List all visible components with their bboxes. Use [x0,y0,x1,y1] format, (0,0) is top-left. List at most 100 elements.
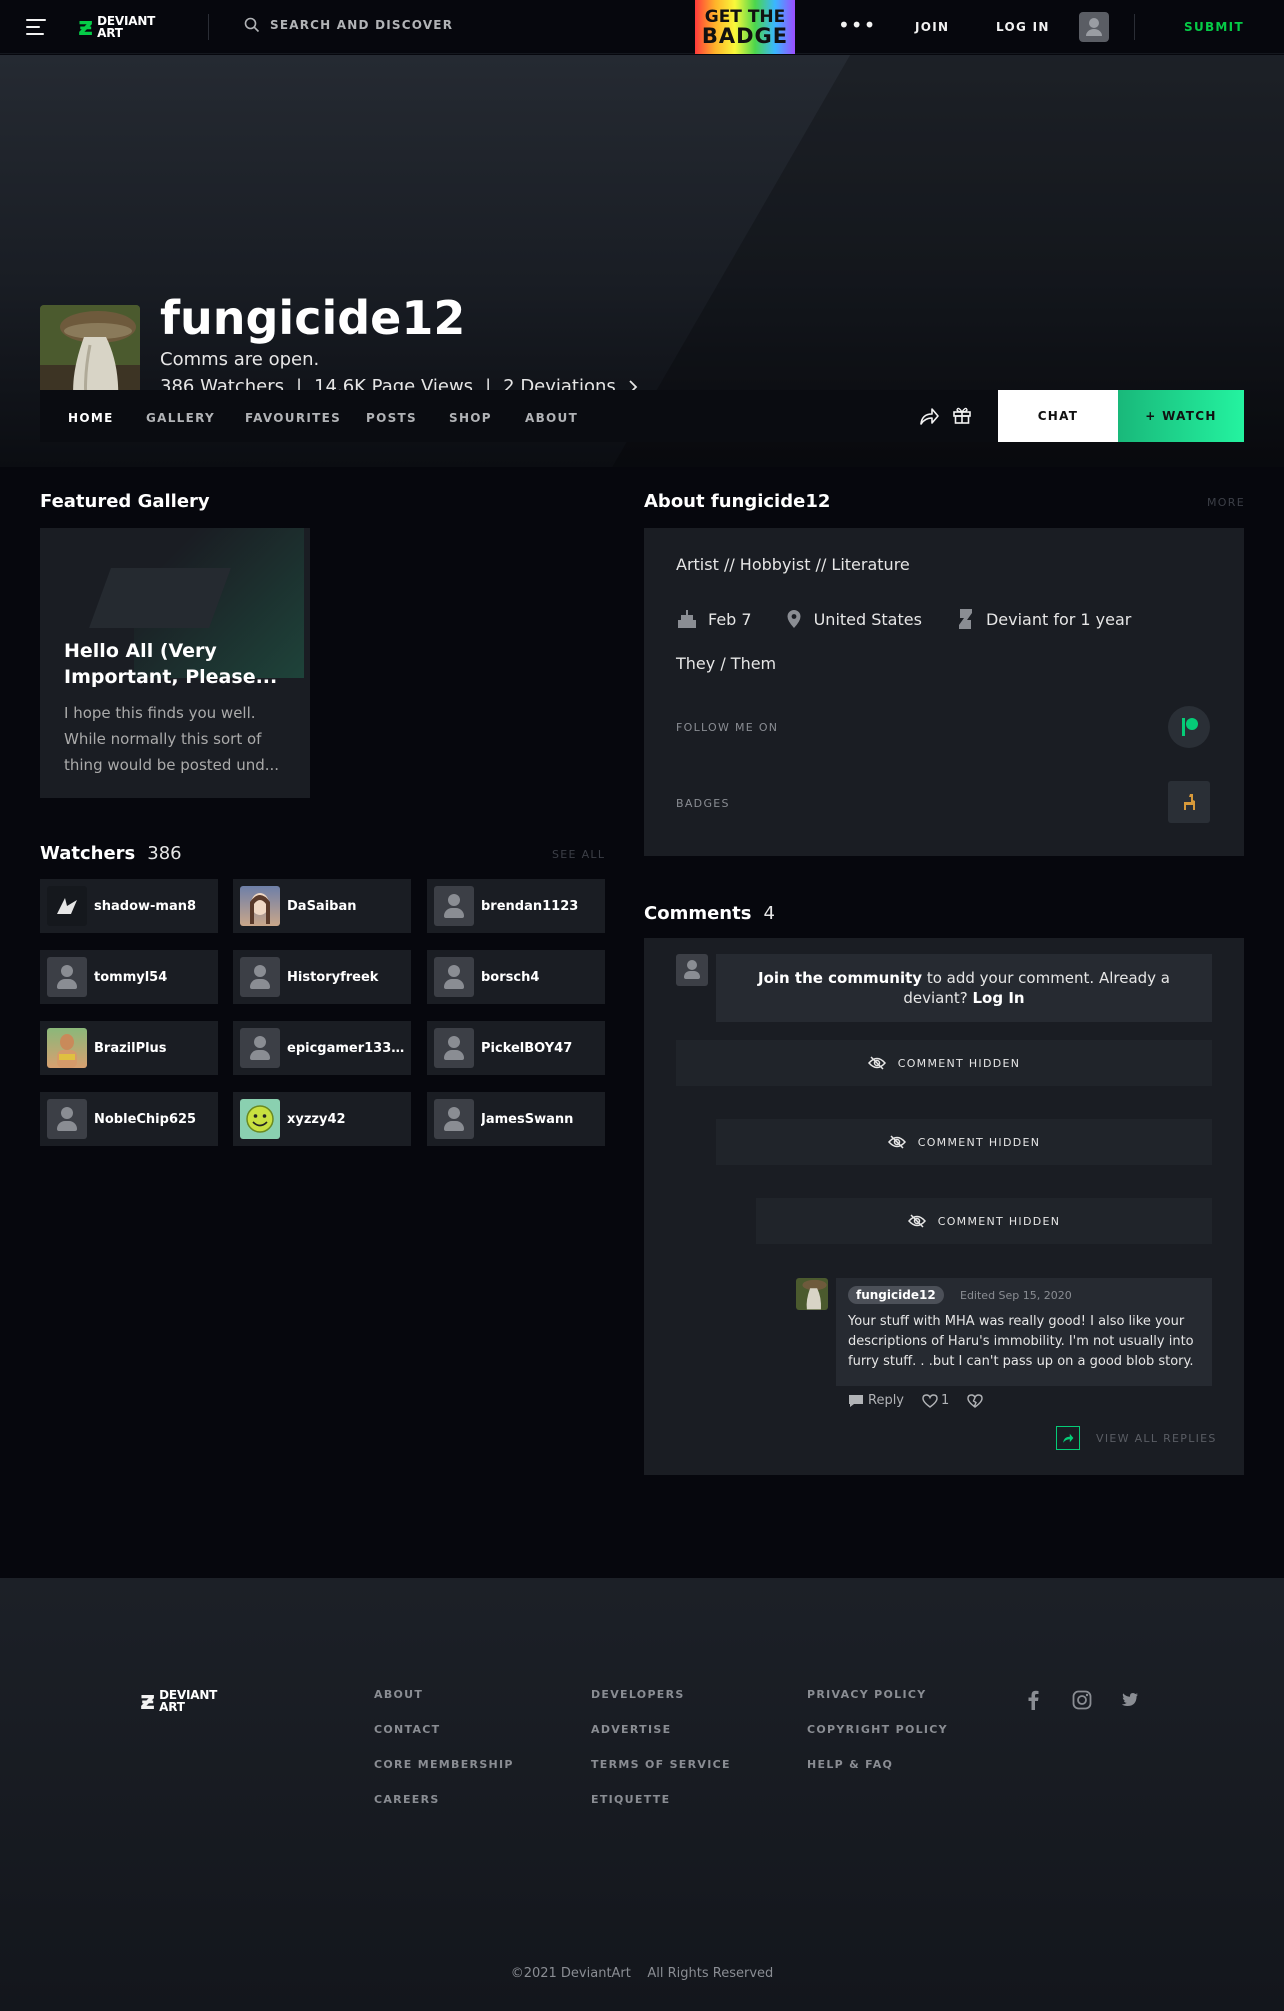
heart-icon[interactable] [922,1393,938,1408]
watcher-item[interactable]: tommyl54 [40,950,218,1004]
watcher-item[interactable]: BrazilPlus [40,1021,218,1075]
patreon-icon[interactable] [1168,706,1210,748]
hidden-comment[interactable]: COMMENT HIDDEN [676,1040,1212,1086]
reply-author-badge[interactable]: fungicide12 [848,1286,944,1304]
tab-posts[interactable]: POSTS [366,411,417,425]
watchers-title: Watchers 386 [40,843,182,864]
watcher-name: NobleChip625 [94,1111,197,1127]
watcher-item[interactable]: NobleChip625 [40,1092,218,1146]
share-icon[interactable] [918,406,940,426]
tab-home[interactable]: HOME [68,411,114,425]
llama-icon [1184,794,1195,810]
footer-about-link[interactable]: ABOUT [374,1688,423,1701]
footer-advertise-link[interactable]: ADVERTISE [591,1723,671,1736]
hidden-comment-label: COMMENT HIDDEN [897,1056,1021,1070]
default-user-icon [1086,18,1102,36]
watcher-item[interactable]: borsch4 [427,950,605,1004]
watcher-name: BrazilPlus [94,1040,167,1056]
watcher-item[interactable]: Historyfreek [233,950,411,1004]
get-the-badge-ad[interactable]: GET THE BADGE [695,0,795,54]
watcher-name: brendan1123 [481,898,579,914]
hidden-comment[interactable]: COMMENT HIDDEN [756,1198,1212,1244]
portrait-avatar-icon [250,893,270,924]
footer-copyright-link[interactable]: COPYRIGHT POLICY [807,1723,948,1736]
eye-hidden-icon [867,1056,886,1070]
footer-careers-link[interactable]: CAREERS [374,1793,440,1806]
join-community-link[interactable]: Join the community [758,969,922,987]
watcher-item[interactable]: PickelBOY47 [427,1021,605,1075]
featured-card-thumbnail-shape [89,568,231,628]
search-bar[interactable]: SEARCH AND DISCOVER [244,17,453,33]
tab-favourites[interactable]: FAVOURITES [245,411,341,425]
watcher-name: epicgamer1337... [287,1040,407,1056]
watcher-item[interactable]: JamesSwann [427,1092,605,1146]
broken-heart-icon[interactable] [967,1393,983,1408]
pronouns: They / Them [676,654,777,673]
smiley-avatar-icon [246,1105,274,1133]
like-count: 1 [941,1393,950,1408]
watcher-item[interactable]: epicgamer1337... [233,1021,411,1075]
watchers-count: 386 [147,843,182,864]
gift-icon[interactable] [952,405,972,425]
tab-gallery[interactable]: GALLERY [146,411,215,425]
watch-button[interactable]: + WATCH [1118,390,1244,442]
about-panel: Artist // Hobbyist // Literature Feb 7 U… [644,528,1244,856]
profile-nav: HOME GALLERY FAVOURITES POSTS SHOP ABOUT… [40,390,1244,442]
featured-card[interactable]: Hello All (Very Important, Please... I h… [40,528,310,798]
login-link[interactable]: LOG IN [996,20,1050,34]
watcher-item[interactable]: xyzzy42 [233,1092,411,1146]
watcher-item[interactable]: shadow-man8 [40,879,218,933]
badges-label: BADGES [676,797,730,810]
search-input[interactable]: SEARCH AND DISCOVER [270,18,453,32]
instagram-icon[interactable] [1072,1690,1092,1710]
see-all-watchers-link[interactable]: SEE ALL [552,848,605,861]
reply-button[interactable]: Reply [868,1393,904,1408]
login-link-inline[interactable]: Log In [973,989,1025,1007]
footer-developers-link[interactable]: DEVELOPERS [591,1688,685,1701]
twitter-icon[interactable] [1121,1692,1139,1708]
default-avatar-icon [434,957,474,997]
more-menu-icon[interactable]: ••• [838,15,876,35]
reply-author-avatar[interactable] [796,1278,828,1310]
watcher-name: DaSaiban [287,898,357,914]
tab-about[interactable]: ABOUT [525,411,578,425]
watcher-name: shadow-man8 [94,898,197,914]
footer-core-membership-link[interactable]: CORE MEMBERSHIP [374,1758,514,1771]
footer-etiquette-link[interactable]: ETIQUETTE [591,1793,670,1806]
facebook-icon[interactable] [1027,1690,1039,1710]
about-more-link[interactable]: MORE [1207,496,1245,509]
photo-avatar-icon [57,1034,77,1068]
join-text: to add your comment. Already a deviant? [903,969,1171,1007]
default-avatar-icon [434,886,474,926]
footer-privacy-link[interactable]: PRIVACY POLICY [807,1688,927,1701]
featured-card-title[interactable]: Hello All (Very Important, Please... [64,638,294,690]
birthday: Feb 7 [708,609,752,629]
hidden-comment[interactable]: COMMENT HIDDEN [716,1119,1212,1165]
footer-contact-link[interactable]: CONTACT [374,1723,440,1736]
hidden-comment-label: COMMENT HIDDEN [937,1214,1061,1228]
mushroom-avatar-icon [796,1278,828,1310]
follow-me-on-label: FOLLOW ME ON [676,721,779,734]
deviantart-logo[interactable]: ƶ DEVIANT ART [78,14,155,40]
default-avatar-icon [434,1099,474,1139]
reply-share-icon[interactable] [1056,1426,1080,1450]
watcher-avatar [240,886,280,926]
watcher-item[interactable]: DaSaiban [233,879,411,933]
view-all-replies-link[interactable]: VIEW ALL REPLIES [1096,1432,1217,1445]
footer-terms-link[interactable]: TERMS OF SERVICE [591,1758,731,1771]
menu-icon[interactable] [26,19,46,35]
chat-button[interactable]: CHAT [998,390,1118,442]
divider [208,14,209,40]
footer-logo[interactable]: ƶ DEVIANT ART [140,1688,217,1714]
llama-badge-icon[interactable] [1168,781,1210,823]
join-prompt-text: Join the community to add your comment. … [740,968,1188,1008]
deviantart-tenure-icon [958,609,972,629]
submit-link[interactable]: SUBMIT [1184,20,1244,34]
deviant-tenure: Deviant for 1 year [985,609,1132,629]
tab-shop[interactable]: SHOP [449,411,492,425]
user-avatar-icon[interactable] [1079,12,1109,42]
footer-help-link[interactable]: HELP & FAQ [807,1758,893,1771]
join-link[interactable]: JOIN [915,20,949,34]
deviantart-logo-mark-icon: ƶ [78,12,94,42]
watcher-item[interactable]: brendan1123 [427,879,605,933]
